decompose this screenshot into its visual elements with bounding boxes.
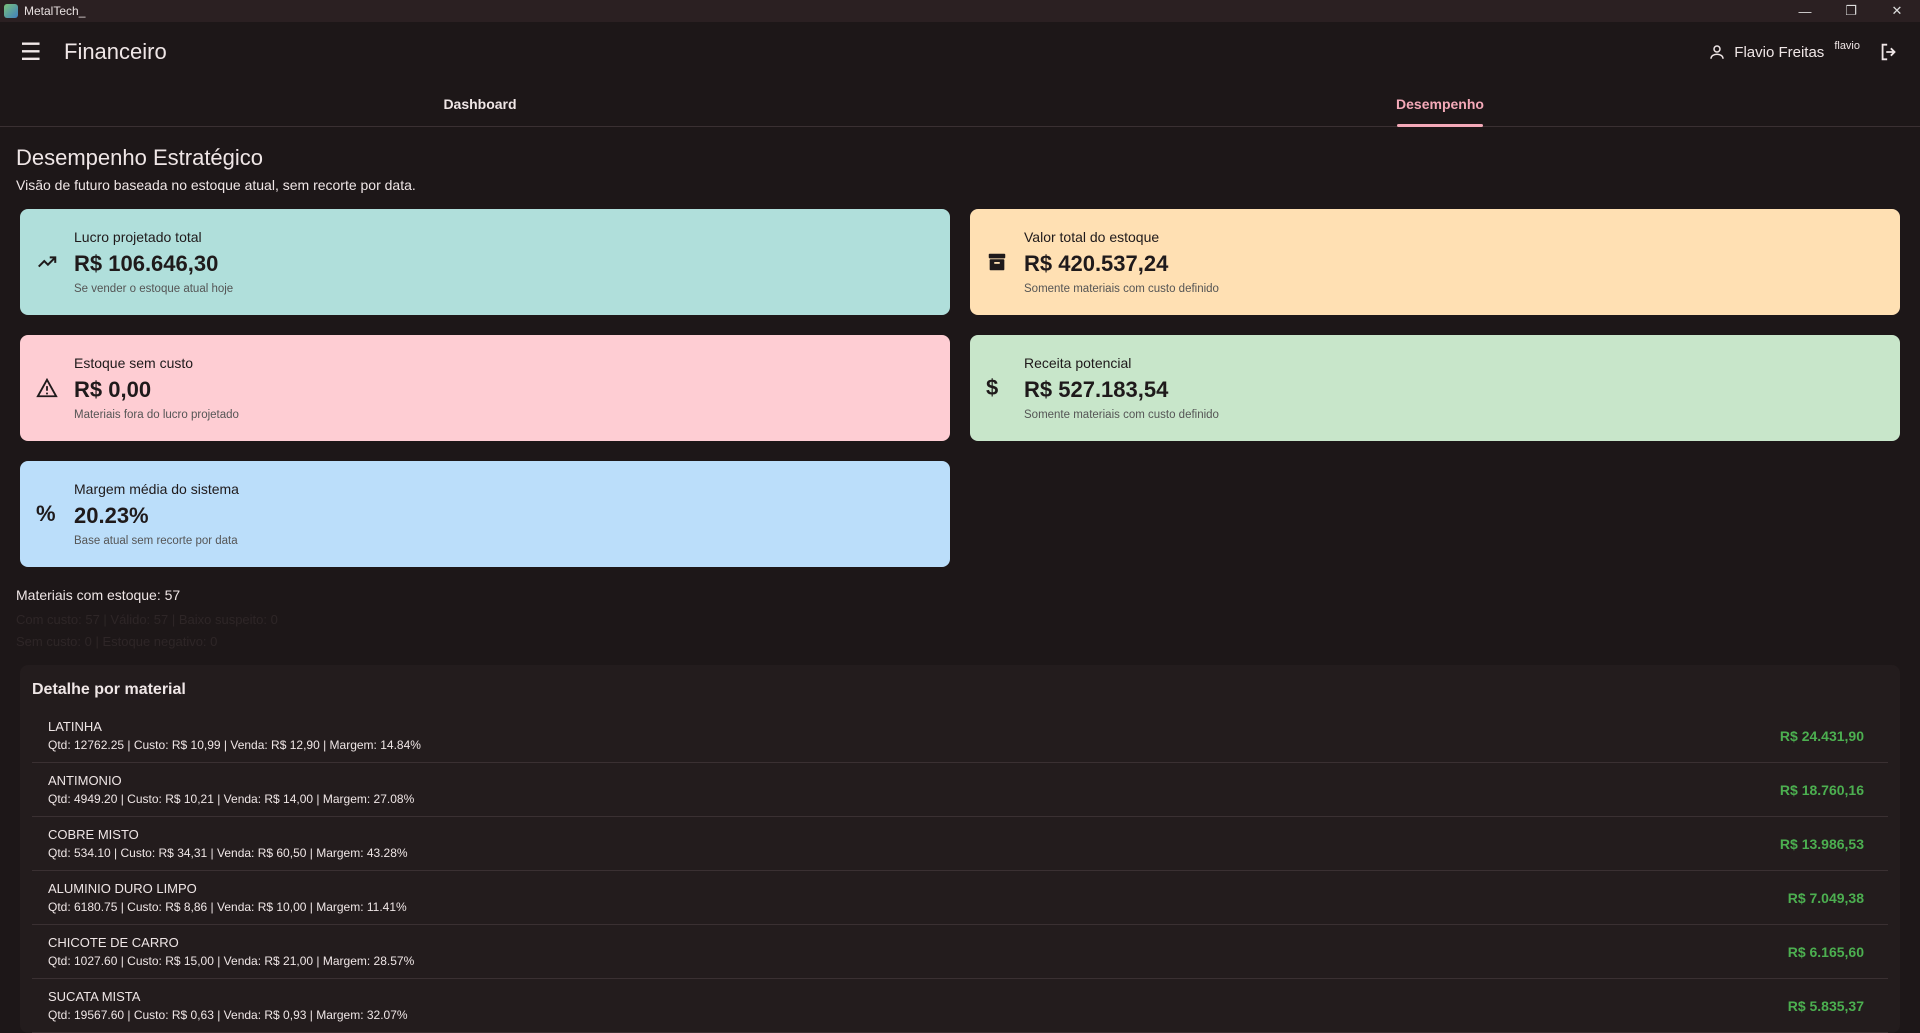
stats-line-1: Com custo: 57 | Válido: 57 | Baixo suspe… xyxy=(16,612,278,627)
material-detail-panel: Detalhe por material LATINHA Qtd: 12762.… xyxy=(20,665,1900,1033)
restore-button[interactable]: ❐ xyxy=(1828,0,1874,22)
page-subtitle: Visão de futuro baseada no estoque atual… xyxy=(16,177,416,193)
material-profit: R$ 5.835,37 xyxy=(1787,997,1864,1014)
card-hint: Se vender o estoque atual hoje xyxy=(74,283,234,295)
material-name: LATINHA xyxy=(48,719,102,734)
user-icon xyxy=(1708,43,1726,61)
materials-count: Materiais com estoque: 57 xyxy=(16,587,181,603)
username-label: flavio xyxy=(1834,40,1860,52)
kpi-cards: Lucro projetado total R$ 106.646,30 Se v… xyxy=(16,209,1904,567)
card-hint: Somente materiais com custo definido xyxy=(1024,283,1219,295)
window-title: MetalTech_ xyxy=(24,4,86,18)
list-item[interactable]: SUCATA MISTA Qtd: 19567.60 | Custo: R$ 0… xyxy=(32,979,1888,1033)
list-item[interactable]: ANTIMONIO Qtd: 4949.20 | Custo: R$ 10,21… xyxy=(32,763,1888,817)
card-valor-estoque: Valor total do estoque R$ 420.537,24 Som… xyxy=(970,209,1900,315)
logout-icon[interactable] xyxy=(1878,41,1900,63)
card-label: Margem média do sistema xyxy=(74,481,239,497)
main-content: Desempenho Estratégico Visão de futuro b… xyxy=(0,127,1920,1033)
card-hint: Base atual sem recorte por data xyxy=(74,535,238,547)
tab-dashboard[interactable]: Dashboard xyxy=(0,82,960,126)
warning-icon xyxy=(36,377,74,399)
material-info: Qtd: 4949.20 | Custo: R$ 10,21 | Venda: … xyxy=(48,792,415,806)
list-item[interactable]: CHICOTE DE CARRO Qtd: 1027.60 | Custo: R… xyxy=(32,925,1888,979)
user-info: Flavio Freitas flavio xyxy=(1708,40,1900,63)
list-item[interactable]: LATINHA Qtd: 12762.25 | Custo: R$ 10,99 … xyxy=(32,709,1888,763)
card-label: Lucro projetado total xyxy=(74,229,202,245)
list-item[interactable]: COBRE MISTO Qtd: 534.10 | Custo: R$ 34,3… xyxy=(32,817,1888,871)
tab-desempenho[interactable]: Desempenho xyxy=(960,82,1920,126)
card-hint: Materiais fora do lucro projetado xyxy=(74,409,239,421)
card-receita-potencial: $ Receita potencial R$ 527.183,54 Soment… xyxy=(970,335,1900,441)
dollar-icon: $ xyxy=(986,375,999,400)
material-profit: R$ 6.165,60 xyxy=(1787,943,1864,960)
material-name: CHICOTE DE CARRO xyxy=(48,935,179,950)
material-profit: R$ 13.986,53 xyxy=(1779,835,1864,852)
list-item[interactable]: ALUMINIO DURO LIMPO Qtd: 6180.75 | Custo… xyxy=(32,871,1888,925)
card-hint: Somente materiais com custo definido xyxy=(1024,409,1219,421)
app-bar: ☰ Financeiro Flavio Freitas flavio xyxy=(0,22,1920,82)
material-profit: R$ 24.431,90 xyxy=(1779,727,1864,744)
archive-icon xyxy=(986,251,1024,273)
stock-stats: Materiais com estoque: 57 Com custo: 57 … xyxy=(16,587,1904,653)
card-label: Estoque sem custo xyxy=(74,355,194,371)
window-titlebar: MetalTech_ — ❐ ✕ xyxy=(0,0,1920,22)
card-margem-media: % Margem média do sistema 20.23% Base at… xyxy=(20,461,950,567)
card-label: Receita potencial xyxy=(1024,355,1132,371)
tab-bar: Dashboard Desempenho xyxy=(0,82,1920,127)
material-profit: R$ 7.049,38 xyxy=(1787,889,1864,906)
stats-line-2: Sem custo: 0 | Estoque negativo: 0 xyxy=(16,634,218,649)
detail-title: Detalhe por material xyxy=(32,681,186,698)
material-info: Qtd: 12762.25 | Custo: R$ 10,99 | Venda:… xyxy=(48,738,421,752)
page-title: Desempenho Estratégico xyxy=(16,145,264,170)
minimize-button[interactable]: — xyxy=(1782,0,1828,22)
material-info: Qtd: 6180.75 | Custo: R$ 8,86 | Venda: R… xyxy=(48,900,407,914)
card-value: R$ 420.537,24 xyxy=(1024,251,1169,276)
card-value: 20.23% xyxy=(74,503,149,528)
card-estoque-sem-custo: Estoque sem custo R$ 0,00 Materiais fora… xyxy=(20,335,950,441)
percent-icon: % xyxy=(36,501,56,526)
close-button[interactable]: ✕ xyxy=(1874,0,1920,22)
material-profit: R$ 18.760,16 xyxy=(1779,781,1864,798)
app-title: Financeiro xyxy=(64,39,167,64)
card-value: R$ 527.183,54 xyxy=(1024,377,1169,402)
card-label: Valor total do estoque xyxy=(1024,229,1160,245)
app-logo-icon xyxy=(4,4,18,18)
card-value: R$ 0,00 xyxy=(74,377,152,402)
card-value: R$ 106.646,30 xyxy=(74,251,219,276)
material-name: COBRE MISTO xyxy=(48,827,139,842)
material-name: ANTIMONIO xyxy=(48,773,122,788)
material-name: ALUMINIO DURO LIMPO xyxy=(48,881,197,896)
menu-icon[interactable]: ☰ xyxy=(20,38,48,67)
material-info: Qtd: 1027.60 | Custo: R$ 15,00 | Venda: … xyxy=(48,954,415,968)
user-name: Flavio Freitas xyxy=(1734,43,1825,61)
trending-up-icon xyxy=(36,251,74,273)
card-lucro-projetado: Lucro projetado total R$ 106.646,30 Se v… xyxy=(20,209,950,315)
material-info: Qtd: 19567.60 | Custo: R$ 0,63 | Venda: … xyxy=(48,1008,408,1022)
material-info: Qtd: 534.10 | Custo: R$ 34,31 | Venda: R… xyxy=(48,846,408,860)
material-name: SUCATA MISTA xyxy=(48,989,141,1004)
